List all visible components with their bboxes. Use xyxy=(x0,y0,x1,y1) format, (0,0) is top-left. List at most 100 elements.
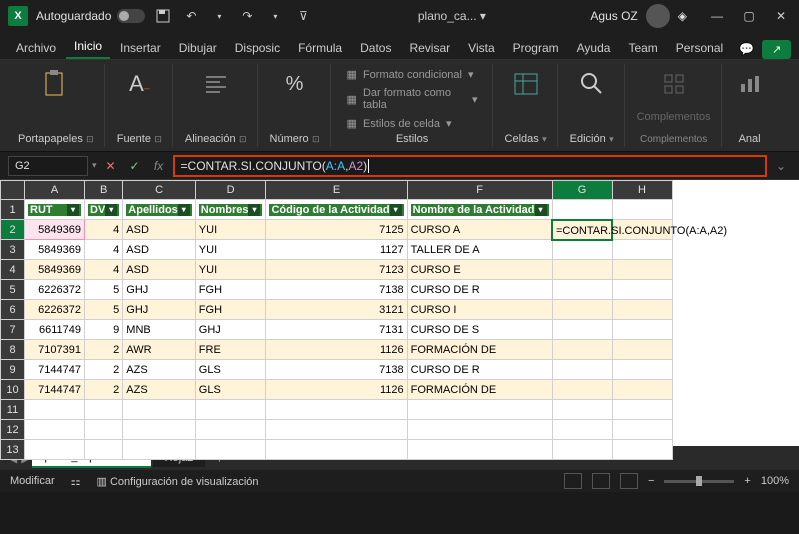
qat-dropdown-icon[interactable]: ⊽ xyxy=(293,6,313,26)
cell[interactable] xyxy=(552,300,612,320)
cell[interactable] xyxy=(123,400,196,420)
cell[interactable]: 5 xyxy=(85,280,123,300)
close-icon[interactable]: ✕ xyxy=(771,6,791,26)
zoom-in-icon[interactable]: + xyxy=(744,475,750,487)
redo-dropdown-icon[interactable]: ▾ xyxy=(265,6,285,26)
col-header-E[interactable]: E xyxy=(266,181,407,200)
cell[interactable]: 7138 xyxy=(266,360,407,380)
cell[interactable]: 4 xyxy=(85,240,123,260)
cell[interactable] xyxy=(552,380,612,400)
cell[interactable] xyxy=(85,420,123,440)
menu-dibujar[interactable]: Dibujar xyxy=(171,37,225,59)
filter-icon[interactable]: ▾ xyxy=(390,204,402,216)
cell[interactable] xyxy=(552,280,612,300)
table-header-cell[interactable]: RUT▾ xyxy=(25,200,85,220)
table-header-cell[interactable]: Nombres▾ xyxy=(195,200,266,220)
cell[interactable]: YUI xyxy=(195,240,266,260)
cell[interactable] xyxy=(612,200,672,220)
cell[interactable] xyxy=(612,360,672,380)
cell[interactable] xyxy=(612,420,672,440)
col-header-D[interactable]: D xyxy=(195,181,266,200)
cell[interactable]: 7144747 xyxy=(25,380,85,400)
col-header-C[interactable]: C xyxy=(123,181,196,200)
formula-input[interactable]: =CONTAR.SI.CONJUNTO(A:A,A2) xyxy=(173,155,767,177)
ribbon-analisis[interactable]: Anal xyxy=(724,64,776,147)
cell[interactable] xyxy=(266,400,407,420)
row-header-2[interactable]: 2 xyxy=(1,220,25,240)
ribbon-alineacion[interactable]: Alineación ⊡ xyxy=(175,64,258,147)
cell[interactable]: AZS xyxy=(123,380,196,400)
cell[interactable] xyxy=(552,260,612,280)
row-header-3[interactable]: 3 xyxy=(1,240,25,260)
table-header-cell[interactable]: Nombre de la Actividad▾ xyxy=(407,200,552,220)
cell[interactable] xyxy=(612,300,672,320)
cell[interactable]: YUI xyxy=(195,220,266,240)
cell[interactable]: YUI xyxy=(195,260,266,280)
ribbon-complementos[interactable]: Complementos Complementos xyxy=(627,64,722,147)
cell[interactable]: GHJ xyxy=(195,320,266,340)
filter-icon[interactable]: ▾ xyxy=(178,204,190,216)
cell[interactable]: FGH xyxy=(195,280,266,300)
cell[interactable]: GLS xyxy=(195,380,266,400)
cell[interactable]: 4 xyxy=(85,220,123,240)
cell[interactable] xyxy=(266,440,407,460)
menu-team[interactable]: Team xyxy=(620,37,665,59)
avatar-icon[interactable] xyxy=(646,4,670,28)
cell[interactable] xyxy=(552,420,612,440)
cell[interactable]: 7123 xyxy=(266,260,407,280)
col-header-B[interactable]: B xyxy=(85,181,123,200)
cell[interactable] xyxy=(195,440,266,460)
menu-archivo[interactable]: Archivo xyxy=(8,37,64,59)
maximize-icon[interactable]: ▢ xyxy=(739,6,759,26)
filter-icon[interactable]: ▾ xyxy=(67,204,79,216)
menu-inicio[interactable]: Inicio xyxy=(66,35,110,59)
cell[interactable]: 5849369 xyxy=(25,260,85,280)
cell[interactable]: 3121 xyxy=(266,300,407,320)
cell[interactable] xyxy=(123,440,196,460)
cell[interactable]: 1127 xyxy=(266,240,407,260)
cell[interactable] xyxy=(407,440,552,460)
cell[interactable]: GLS xyxy=(195,360,266,380)
cell[interactable] xyxy=(195,400,266,420)
view-break-icon[interactable] xyxy=(620,473,638,489)
filter-icon[interactable]: ▾ xyxy=(105,204,117,216)
cell[interactable] xyxy=(552,440,612,460)
row-header-13[interactable]: 13 xyxy=(1,440,25,460)
table-header-cell[interactable]: Apellidos▾ xyxy=(123,200,196,220)
row-header-7[interactable]: 7 xyxy=(1,320,25,340)
cell[interactable]: 5849369 xyxy=(25,220,85,240)
formula-expand-icon[interactable]: ⌄ xyxy=(771,159,791,173)
fx-icon[interactable]: fx xyxy=(149,156,169,176)
cell[interactable]: FRE xyxy=(195,340,266,360)
cell[interactable] xyxy=(123,420,196,440)
cell[interactable]: 2 xyxy=(85,380,123,400)
cell[interactable]: 6611749 xyxy=(25,320,85,340)
menu-disposicion[interactable]: Disposic xyxy=(227,37,288,59)
menu-insertar[interactable]: Insertar xyxy=(112,37,169,59)
cell[interactable]: CURSO DE R xyxy=(407,360,552,380)
cell[interactable]: GHJ xyxy=(123,280,196,300)
cell[interactable]: CURSO DE R xyxy=(407,280,552,300)
row-header-8[interactable]: 8 xyxy=(1,340,25,360)
menu-personalizar[interactable]: Personal xyxy=(668,37,731,59)
cell[interactable] xyxy=(85,400,123,420)
cell[interactable] xyxy=(25,400,85,420)
filter-icon[interactable]: ▾ xyxy=(535,204,547,216)
cell[interactable] xyxy=(612,280,672,300)
minimize-icon[interactable]: — xyxy=(707,6,727,26)
table-header-cell[interactable]: Código de la Actividad▾ xyxy=(266,200,407,220)
cell[interactable] xyxy=(552,360,612,380)
row-header-11[interactable]: 11 xyxy=(1,400,25,420)
menu-revisar[interactable]: Revisar xyxy=(401,37,458,59)
cell[interactable] xyxy=(612,260,672,280)
toggle-switch-icon[interactable] xyxy=(117,9,145,23)
cell[interactable]: 1126 xyxy=(266,340,407,360)
ribbon-edicion[interactable]: Edición ▾ xyxy=(560,64,625,147)
formato-tabla-button[interactable]: ▦Dar formato como tabla ▾ xyxy=(343,85,482,113)
row-header-1[interactable]: 1 xyxy=(1,200,25,220)
col-header-F[interactable]: F xyxy=(407,181,552,200)
filename-label[interactable]: plano_ca... ▾ xyxy=(321,9,582,23)
cell[interactable] xyxy=(25,440,85,460)
view-page-icon[interactable] xyxy=(592,473,610,489)
cell[interactable] xyxy=(612,400,672,420)
